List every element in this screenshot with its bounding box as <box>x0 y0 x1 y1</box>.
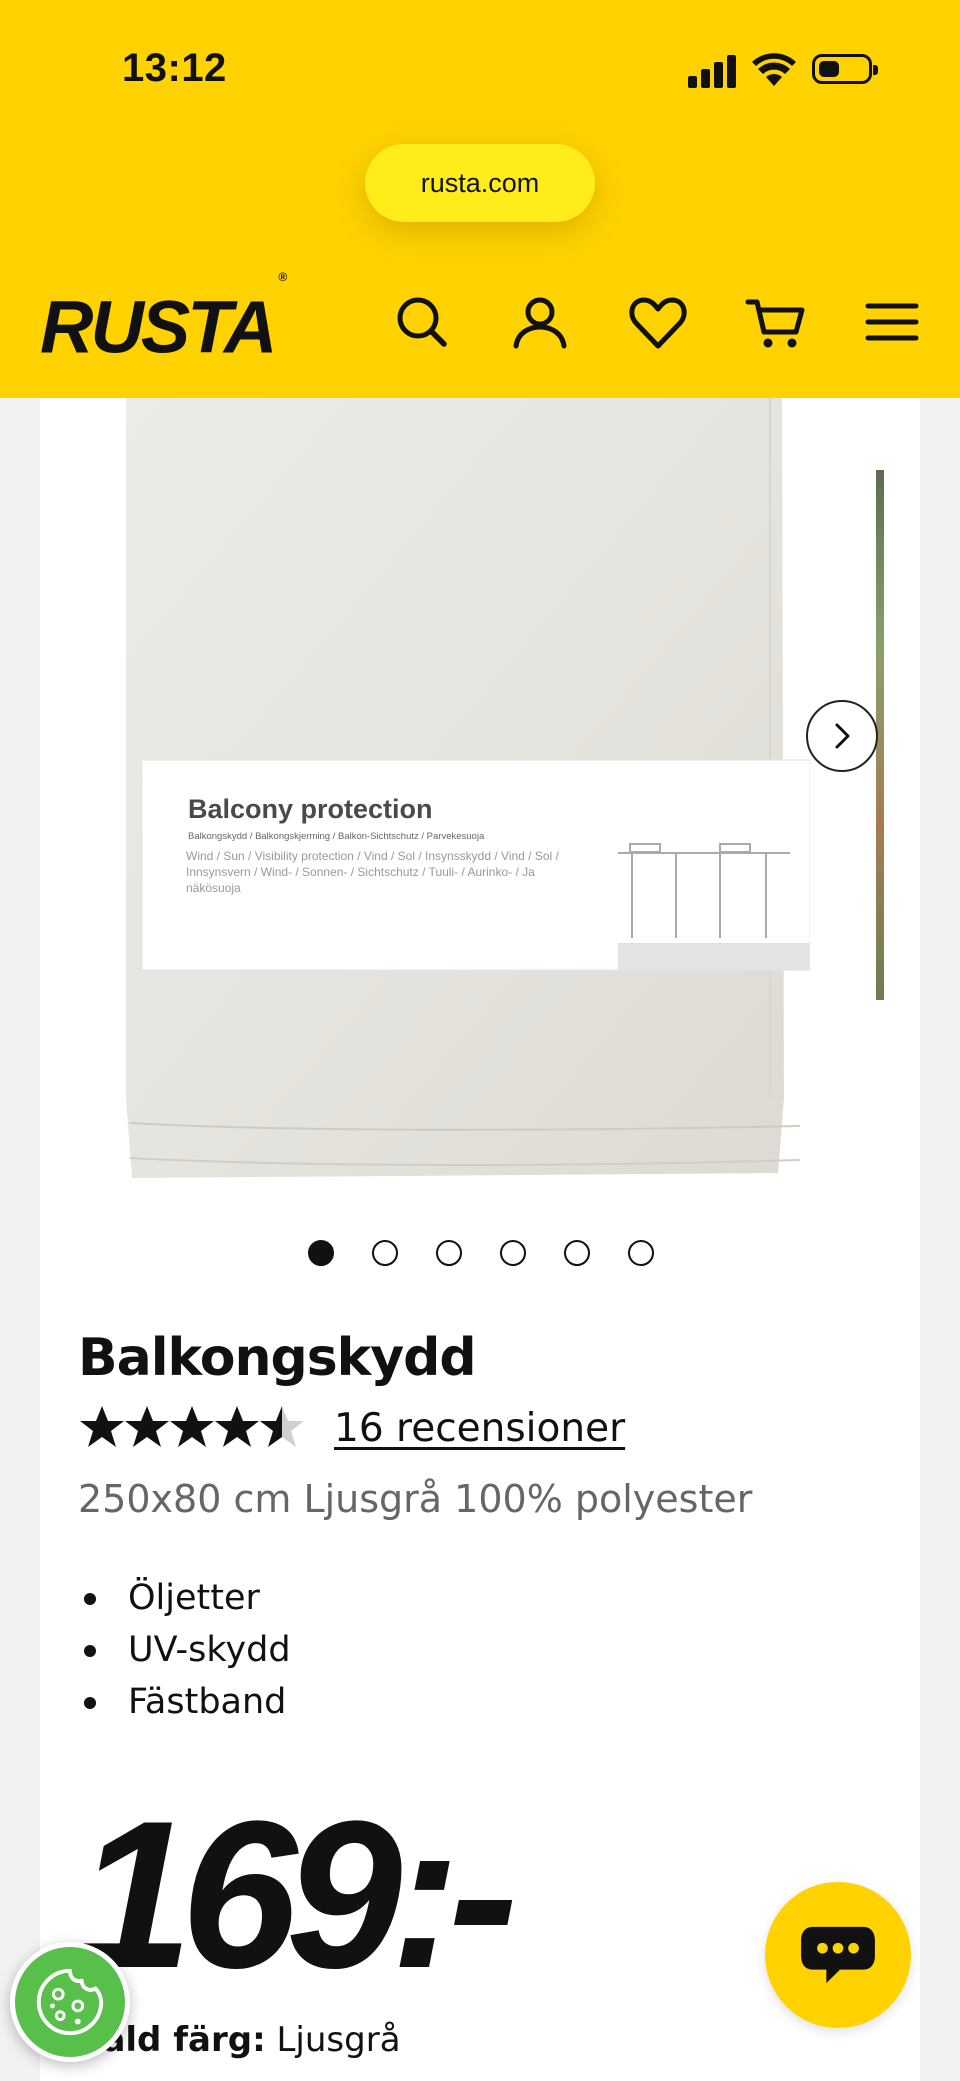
reviews-link[interactable]: 16 recensioner <box>334 1406 625 1451</box>
top-bar: 13:12 rusta.com RUSTA® <box>0 0 960 398</box>
star-icon <box>125 1406 169 1447</box>
carousel-dots <box>308 1240 654 1266</box>
cellular-signal-icon <box>688 54 738 88</box>
search-icon[interactable] <box>390 290 454 354</box>
product-image[interactable]: Balcony protection Balkongskydd / Balkon… <box>110 398 811 1188</box>
carousel-dot-6[interactable] <box>628 1240 654 1266</box>
product-price: 169:- <box>76 1777 518 2012</box>
cart-icon[interactable] <box>744 290 808 354</box>
battery-icon <box>812 54 878 84</box>
cookie-icon <box>36 1968 104 2036</box>
logo-registered-mark: ® <box>278 270 288 284</box>
carousel-dot-2[interactable] <box>372 1240 398 1266</box>
logo-text: RUSTA <box>40 285 277 369</box>
heart-icon[interactable] <box>626 290 690 354</box>
chat-button[interactable] <box>765 1882 911 2028</box>
product-description: 250x80 cm Ljusgrå 100% polyester <box>78 1477 753 1521</box>
rusta-logo[interactable]: RUSTA® <box>40 270 287 365</box>
half-star-icon <box>260 1406 304 1447</box>
status-time: 13:12 <box>122 46 227 90</box>
selected-color: Vald färg: Ljusgrå <box>78 2020 401 2060</box>
feature-list: Öljetter UV-skydd Fästband <box>84 1572 291 1728</box>
product-title: Balkongskydd <box>78 1328 477 1388</box>
package-title: Balcony protection <box>188 794 433 824</box>
url-bar[interactable]: rusta.com <box>365 144 595 222</box>
cookie-settings-button[interactable] <box>10 1942 130 2062</box>
rating-stars <box>78 1404 318 1452</box>
carousel-dot-4[interactable] <box>500 1240 526 1266</box>
carousel-dot-1[interactable] <box>308 1240 334 1266</box>
carousel-dot-5[interactable] <box>564 1240 590 1266</box>
wifi-icon <box>752 52 796 88</box>
selected-color-value: Ljusgrå <box>276 2020 401 2060</box>
package-features: Wind / Sun / Visibility protection / Vin… <box>186 849 559 895</box>
carousel-dot-3[interactable] <box>436 1240 462 1266</box>
account-icon[interactable] <box>508 290 572 354</box>
menu-icon[interactable] <box>860 290 924 354</box>
star-icon <box>215 1406 259 1447</box>
feature-item: UV-skydd <box>84 1624 291 1676</box>
star-icon <box>80 1406 124 1447</box>
feature-item: Öljetter <box>84 1572 291 1624</box>
chevron-right-icon <box>835 723 850 749</box>
carousel-next-button[interactable] <box>806 700 878 772</box>
feature-item: Fästband <box>84 1676 291 1728</box>
star-icon <box>170 1406 214 1447</box>
package-languages: Balkongskydd / Balkongskjerming / Balkon… <box>188 831 485 842</box>
chat-bubble-icon <box>801 1926 875 1984</box>
